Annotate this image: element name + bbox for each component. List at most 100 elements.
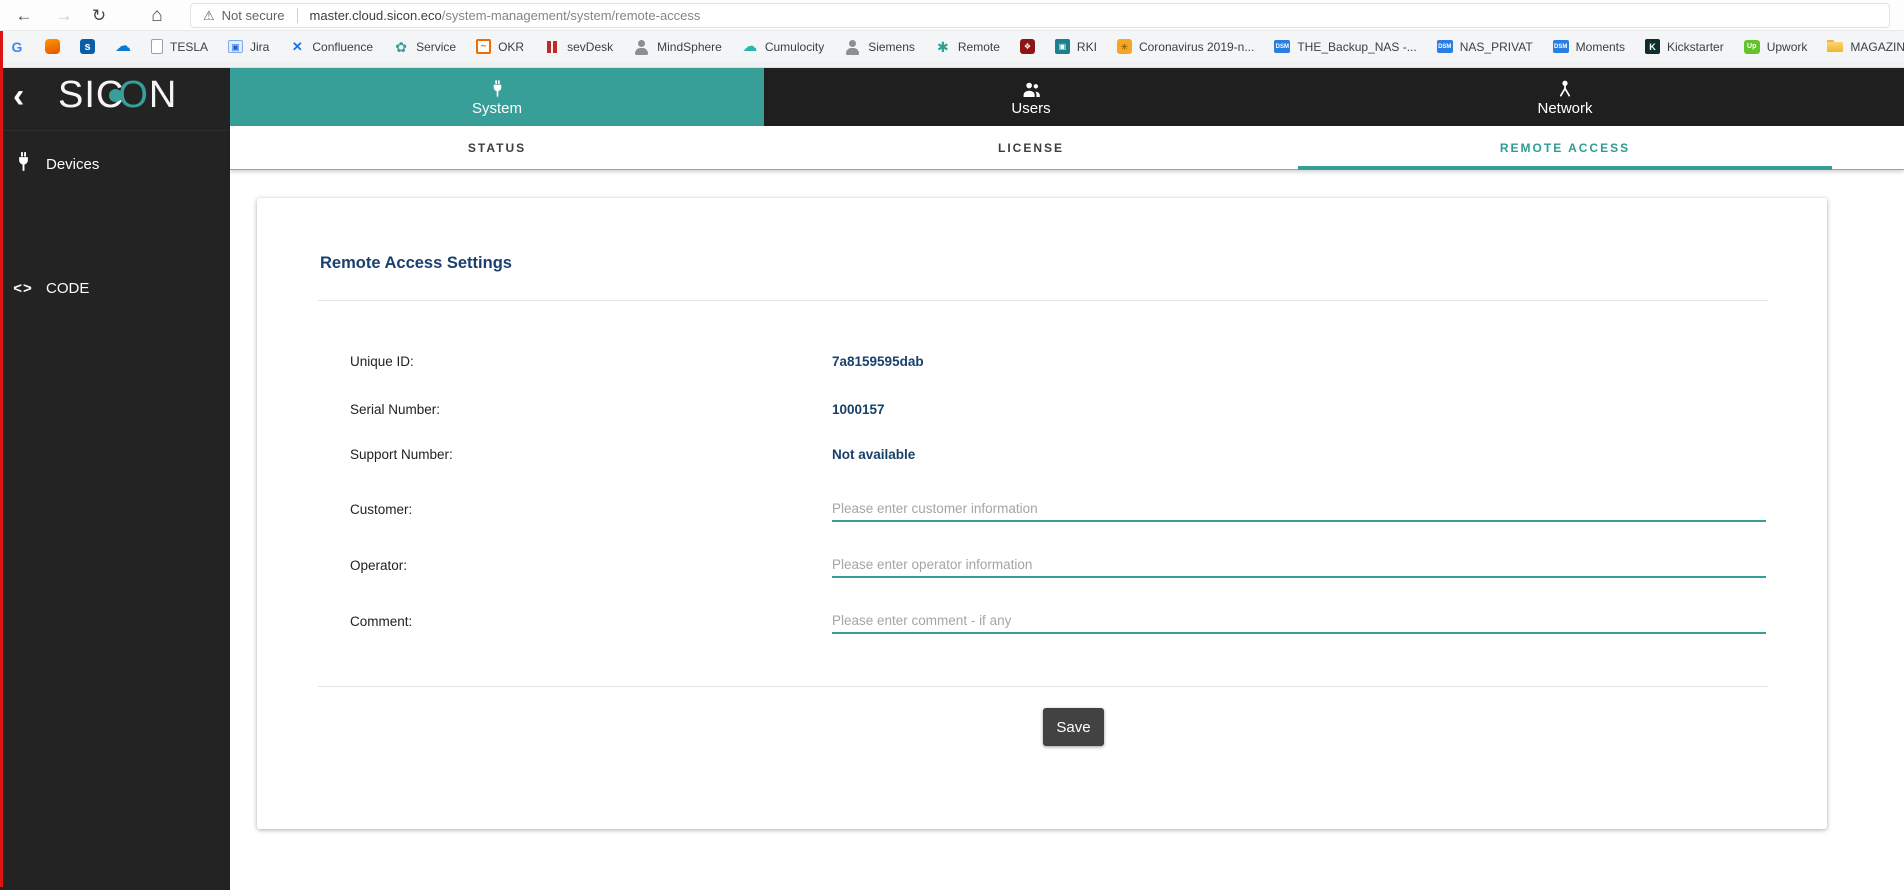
bookmark-item[interactable]: Siemens [844, 39, 915, 55]
bookmark-item[interactable]: ▣ Jira [228, 40, 269, 54]
bookmark-label: Siemens [868, 40, 915, 54]
divider [318, 686, 1768, 687]
folder-icon [1827, 39, 1843, 55]
url-domain: master.cloud.sicon.eco [310, 8, 442, 23]
bookmark-item[interactable]: DSM THE_Backup_NAS -... [1274, 40, 1416, 54]
bookmark-item[interactable]: ☁ Cumulocity [742, 39, 824, 55]
sevdesk-icon [544, 39, 560, 55]
blue-s-icon: s [80, 39, 95, 54]
tab-users[interactable]: Users [764, 68, 1298, 126]
cumulocity-icon: ☁ [742, 39, 758, 55]
kickstarter-icon: K [1645, 39, 1660, 54]
bookmark-item[interactable] [45, 39, 60, 54]
bookmark-item[interactable]: K Kickstarter [1645, 39, 1724, 54]
bookmark-label: Confluence [312, 40, 373, 54]
bookmark-item[interactable]: ✱Remote [935, 39, 1000, 55]
orange-app-icon [45, 39, 60, 54]
bookmark-label: TESLA [170, 40, 208, 54]
main-content: Remote Access Settings Unique ID: 7a8159… [230, 170, 1904, 890]
bookmark-label: NAS_PRIVAT [1460, 40, 1533, 54]
onedrive-icon: ☁ [115, 39, 131, 55]
tab-label: Network [1537, 100, 1592, 117]
field-label-operator: Operator: [350, 556, 407, 576]
google-icon: G [9, 39, 25, 55]
url-path: /system-management/system/remote-access [442, 8, 701, 23]
screen: ← → ↻ ⌂ ⚠ Not secure master.cloud.sicon.… [0, 0, 1904, 890]
subtab-status[interactable]: STATUS [230, 126, 764, 170]
tab-label: Users [1011, 100, 1050, 117]
save-button[interactable]: Save [1043, 708, 1104, 746]
bookmark-item[interactable]: s [80, 39, 95, 54]
security-label[interactable]: Not secure [222, 8, 298, 23]
back-icon[interactable]: ← [11, 3, 37, 29]
bookmark-label: MAGAZINE [1850, 40, 1904, 54]
bookmark-item[interactable]: ☁ [115, 39, 131, 55]
tab-label: System [472, 100, 522, 117]
customer-input[interactable] [832, 496, 1766, 522]
sidebar-collapse-chevron-icon[interactable]: ‹ [13, 76, 24, 116]
bookmark-label: Upwork [1767, 40, 1808, 54]
jira-icon: ▣ [228, 40, 243, 53]
top-navigation: System Users Network [230, 68, 1904, 126]
field-value-serial-number: 1000157 [832, 400, 885, 420]
bookmark-item[interactable]: ✿Service [393, 39, 456, 55]
person-icon [844, 39, 861, 55]
red-app-icon: ❖ [1020, 39, 1035, 54]
bookmark-label: Cumulocity [765, 40, 824, 54]
bookmark-item[interactable]: TESLA [151, 39, 208, 54]
page-title: Remote Access Settings [320, 254, 512, 273]
bookmark-item[interactable]: sevDesk [544, 39, 613, 55]
app-sidebar: ‹ SICON Devices <> CODE [0, 68, 230, 890]
rki-icon: ▣ [1055, 39, 1070, 54]
bookmark-item[interactable]: G [9, 39, 25, 55]
not-secure-warning-icon[interactable]: ⚠ [203, 8, 215, 24]
bookmarks-bar: Gs ☁ TESLA ▣ Jira ✕ Confluence ✿Service ~OKR sevD… [0, 31, 1904, 62]
field-label-customer: Customer: [350, 500, 412, 520]
field-value-unique-id: 7a8159595dab [832, 352, 924, 372]
bookmark-label: Jira [250, 40, 269, 54]
field-label-unique-id: Unique ID: [350, 352, 414, 372]
comment-input[interactable] [832, 608, 1766, 634]
reload-icon[interactable]: ↻ [86, 3, 112, 29]
dsm-icon: DSM [1274, 40, 1290, 53]
bookmark-label: Coronavirus 2019-n... [1139, 40, 1254, 54]
bookmark-item[interactable]: ▣ RKI [1055, 39, 1097, 54]
okr-icon: ~ [476, 39, 491, 54]
bookmark-label: Moments [1576, 40, 1625, 54]
confluence-icon: ✕ [289, 39, 305, 55]
forward-icon[interactable]: → [51, 3, 77, 29]
bookmark-item[interactable]: MindSphere [633, 39, 722, 55]
sidebar-item-code[interactable]: <> CODE [0, 266, 230, 310]
home-icon[interactable]: ⌂ [144, 3, 170, 29]
bookmark-label: THE_Backup_NAS -... [1297, 40, 1416, 54]
remote-access-card: Remote Access Settings Unique ID: 7a8159… [257, 198, 1827, 829]
network-icon [1557, 77, 1573, 97]
subtab-remote-access[interactable]: REMOTE ACCESS [1298, 126, 1832, 170]
dsm-icon: DSM [1437, 40, 1453, 53]
operator-input[interactable] [832, 552, 1766, 578]
bookmark-item[interactable]: DSMMoments [1553, 40, 1625, 54]
subtab-license[interactable]: LICENSE [764, 126, 1298, 170]
url-bar[interactable]: ⚠ Not secure master.cloud.sicon.eco/syst… [190, 3, 1890, 28]
tab-system[interactable]: System [230, 68, 764, 126]
screen-share-border [0, 31, 3, 887]
sicon-logo: SICON [58, 74, 177, 117]
bookmark-item[interactable]: ✕ Confluence [289, 39, 373, 55]
bookmark-item[interactable]: UpUpwork [1744, 40, 1808, 54]
tab-network[interactable]: Network [1298, 68, 1832, 126]
bookmark-item[interactable]: ~OKR [476, 39, 524, 54]
bookmark-item[interactable]: ✳Coronavirus 2019-n... [1117, 39, 1254, 54]
bookmark-label: Remote [958, 40, 1000, 54]
bookmark-label: RKI [1077, 40, 1097, 54]
active-tab-underline [1298, 166, 1832, 170]
bookmark-item[interactable]: MAGAZINE [1827, 39, 1904, 55]
users-icon [1022, 77, 1041, 97]
bookmark-label: Kickstarter [1667, 40, 1724, 54]
field-value-support-number: Not available [832, 445, 915, 465]
sidebar-item-devices[interactable]: Devices [0, 142, 230, 186]
person-icon [633, 39, 650, 55]
plug-icon [0, 152, 46, 176]
bookmark-item[interactable]: DSM NAS_PRIVAT [1437, 40, 1533, 54]
bookmark-item[interactable]: ❖ [1020, 39, 1035, 54]
sub-navigation: STATUS LICENSE REMOTE ACCESS [230, 126, 1904, 170]
